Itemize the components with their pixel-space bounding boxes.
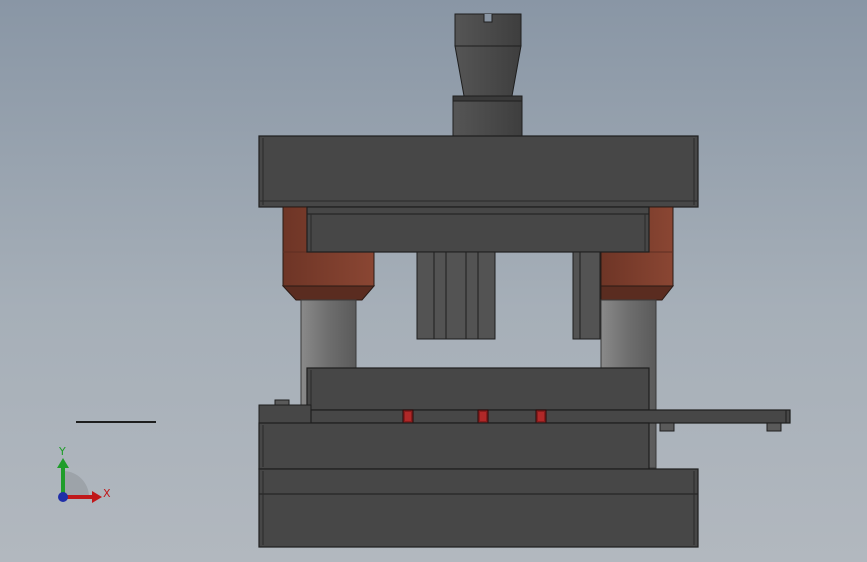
triad-plane-arc	[63, 471, 89, 497]
lower-die-shoe	[258, 468, 699, 548]
graphics-viewport[interactable]: Y X	[0, 0, 867, 562]
punch-plate	[306, 206, 650, 253]
punch-group	[416, 251, 496, 340]
y-axis-label: Y	[58, 445, 66, 458]
upper-die-shoe	[258, 135, 699, 208]
stripper-plate	[306, 367, 650, 411]
die-set-drawing: Y X	[57, 13, 791, 548]
y-axis-arrowhead	[57, 458, 69, 468]
shank-slot	[483, 14, 493, 23]
x-axis-label: X	[103, 487, 111, 500]
die-shank	[452, 13, 523, 137]
punch-single	[572, 251, 601, 340]
z-axis-dot	[58, 492, 68, 502]
x-axis-arrowhead	[92, 491, 102, 503]
die-plate	[258, 422, 650, 470]
coordinate-triad[interactable]: Y X	[57, 445, 111, 503]
